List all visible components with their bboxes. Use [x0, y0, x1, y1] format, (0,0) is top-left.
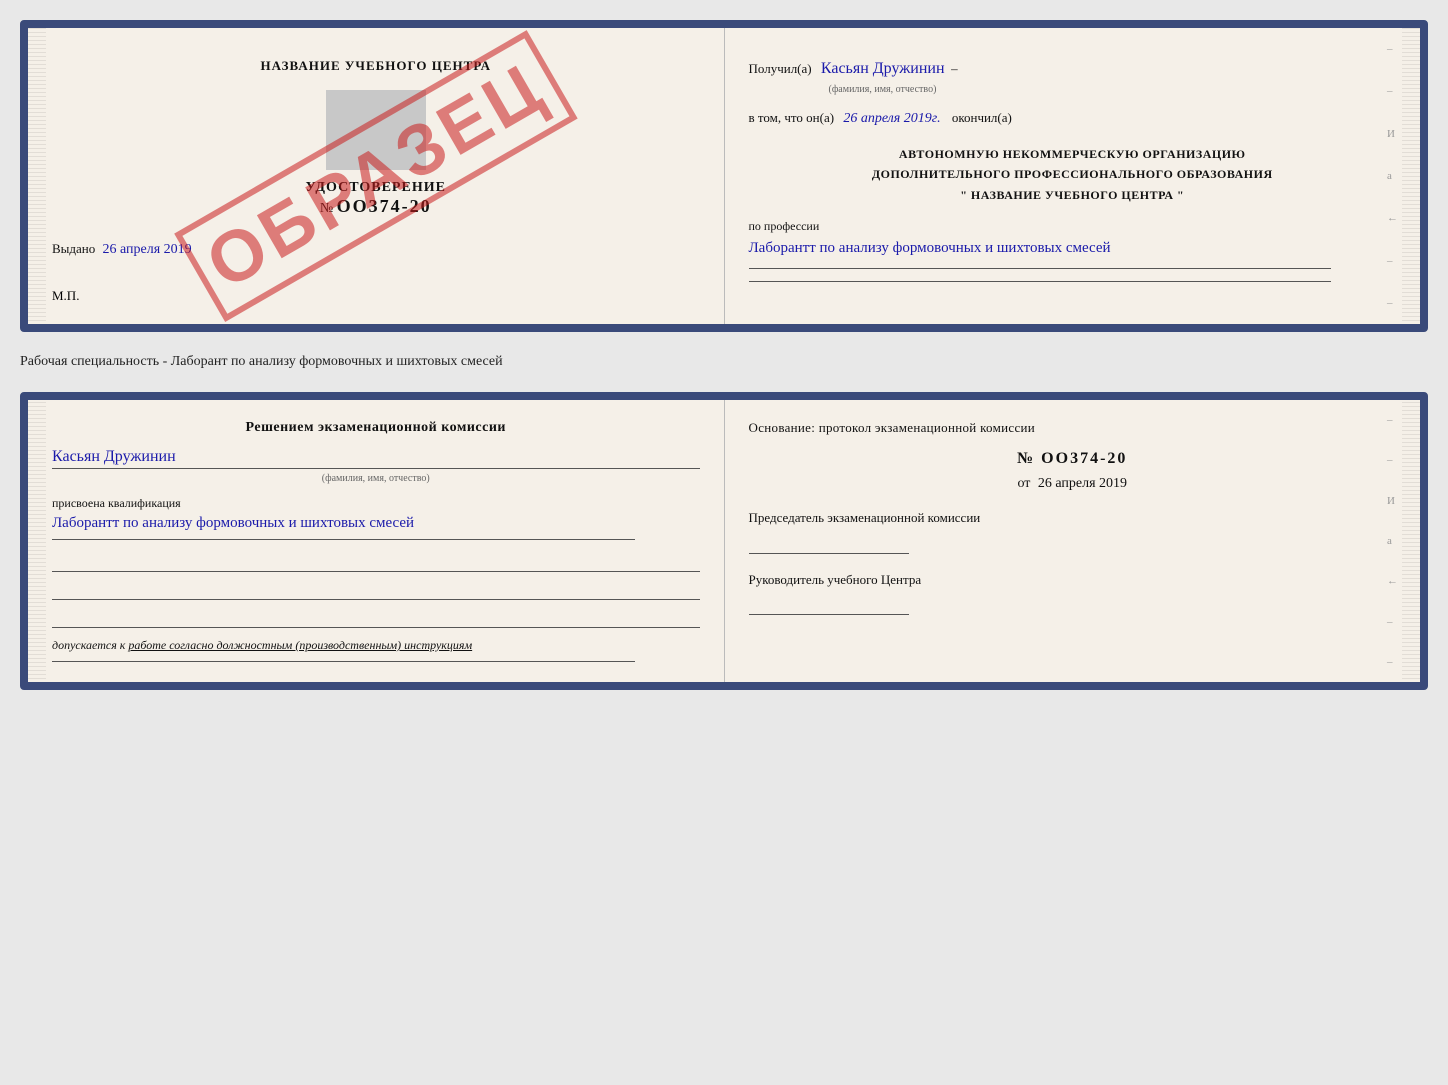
- mp-label: М.П.: [52, 288, 700, 304]
- qual-left-panel: Решением экзаменационной комиссии Касьян…: [28, 400, 725, 682]
- profession-block: по профессии Лаборантт по анализу формов…: [749, 219, 1397, 282]
- org-line3: " НАЗВАНИЕ УЧЕБНОГО ЦЕНТРА ": [749, 185, 1397, 205]
- received-name: Касьян Дружинин: [821, 60, 945, 77]
- qual-lines-block: [52, 552, 700, 628]
- cert-label: УДОСТОВЕРЕНИЕ: [52, 180, 700, 196]
- qual-name-line: Касьян Дружинин: [52, 448, 700, 469]
- fio-sublabel-cert: (фамилия, имя, отчество): [829, 82, 1397, 98]
- org-line2: ДОПОЛНИТЕЛЬНОГО ПРОФЕССИОНАЛЬНОГО ОБРАЗО…: [749, 164, 1397, 184]
- cert-number: OO374-20: [337, 196, 432, 216]
- director-title: Руководитель учебного Центра: [749, 570, 1397, 590]
- qual-profession-text: Лаборантт по анализу формовочных и шихто…: [52, 511, 700, 535]
- inthat-date: 26 апреля 2019г.: [843, 111, 940, 126]
- cert-number-section: УДОСТОВЕРЕНИЕ № OO374-20: [52, 180, 700, 217]
- chairman-block: Председатель экзаменационной комиссии: [749, 508, 1397, 554]
- issued-label: Выдано: [52, 241, 95, 256]
- inthat-prefix: в том, что он(а): [749, 110, 835, 125]
- basis-title: Основание: протокол экзаменационной коми…: [749, 420, 1397, 436]
- finished-label: окончил(а): [952, 110, 1012, 125]
- inthat-block: в том, что он(а) 26 апреля 2019г. окончи…: [749, 108, 1397, 130]
- cert-photo-placeholder: [326, 90, 426, 170]
- profession-label: по профессии: [749, 219, 1397, 234]
- cert-school-title: НАЗВАНИЕ УЧЕБНОГО ЦЕНТРА: [52, 58, 700, 74]
- qual-line-2: [52, 580, 700, 600]
- qual-fio-sublabel: (фамилия, имя, отчество): [52, 473, 700, 484]
- qual-footer-text: допускается к работе согласно должностны…: [52, 638, 700, 653]
- director-block: Руководитель учебного Центра: [749, 570, 1397, 616]
- protocol-number: № OO374-20: [749, 450, 1397, 468]
- cert-right-body: Получил(а) Касьян Дружинин – (фамилия, и…: [749, 56, 1397, 282]
- page-wrapper: НАЗВАНИЕ УЧЕБНОГО ЦЕНТРА УДОСТОВЕРЕНИЕ №…: [20, 20, 1428, 690]
- qual-section-title: Решением экзаменационной комиссии: [52, 420, 700, 436]
- chairman-title: Председатель экзаменационной комиссии: [749, 508, 1397, 528]
- separator-text: Рабочая специальность - Лаборант по анал…: [20, 348, 1428, 376]
- chairman-sig-line: [749, 534, 909, 554]
- protocol-date-prefix: от: [1017, 476, 1030, 491]
- qual-line-1: [52, 552, 700, 572]
- protocol-date: от 26 апреля 2019: [749, 476, 1397, 492]
- cert-number-prefix: №: [320, 201, 333, 216]
- cert-right-panel: Получил(а) Касьян Дружинин – (фамилия, и…: [725, 28, 1421, 324]
- right-edge-marks: – – И а ← – –: [1387, 28, 1398, 324]
- received-block: Получил(а) Касьян Дружинин – (фамилия, и…: [749, 56, 1397, 98]
- org-block: АВТОНОМНУЮ НЕКОММЕРЧЕСКУЮ ОРГАНИЗАЦИЮ ДО…: [749, 144, 1397, 205]
- cert-left-panel: НАЗВАНИЕ УЧЕБНОГО ЦЕНТРА УДОСТОВЕРЕНИЕ №…: [28, 28, 725, 324]
- qual-line-3: [52, 608, 700, 628]
- admit-text: работе согласно должностным (производств…: [128, 638, 472, 652]
- issued-date: 26 апреля 2019: [103, 242, 192, 257]
- admit-label: допускается к: [52, 638, 125, 652]
- qual-right-edge-marks: – – И а ← – –: [1387, 400, 1398, 682]
- protocol-date-value: 26 апреля 2019: [1038, 476, 1127, 491]
- profession-text: Лаборантт по анализу формовочных и шихто…: [749, 236, 1397, 260]
- director-sig-line: [749, 595, 909, 615]
- received-label: Получил(а): [749, 61, 812, 76]
- certificate-document: НАЗВАНИЕ УЧЕБНОГО ЦЕНТРА УДОСТОВЕРЕНИЕ №…: [20, 20, 1428, 332]
- qual-profession-label: присвоена квалификация: [52, 496, 700, 511]
- qualification-document: Решением экзаменационной комиссии Касьян…: [20, 392, 1428, 690]
- org-line1: АВТОНОМНУЮ НЕКОММЕРЧЕСКУЮ ОРГАНИЗАЦИЮ: [749, 144, 1397, 164]
- cert-issued-block: Выдано 26 апреля 2019: [52, 241, 700, 258]
- qual-name: Касьян Дружинин: [52, 448, 176, 465]
- qual-right-panel: Основание: протокол экзаменационной коми…: [725, 400, 1421, 682]
